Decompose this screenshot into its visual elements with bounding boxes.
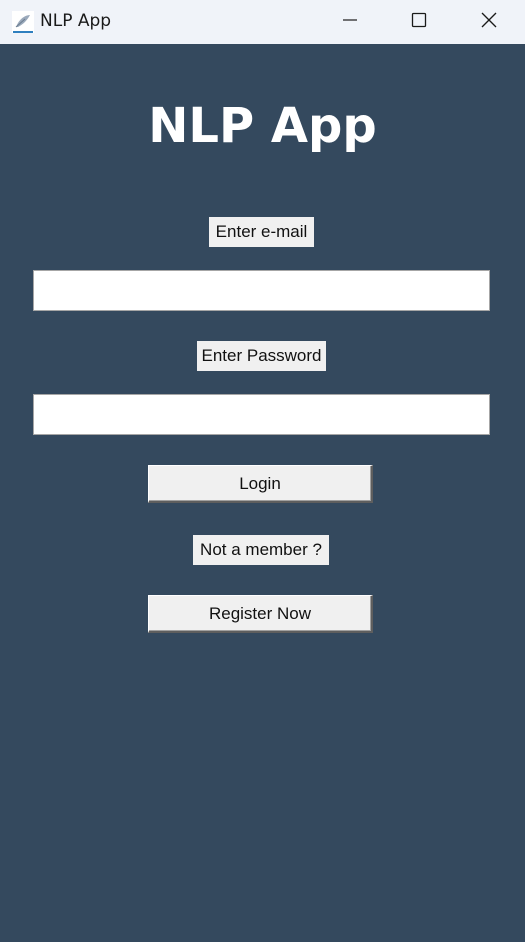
- app-window: NLP App NLP App Enter e-mail Enter Passw…: [0, 0, 525, 942]
- feather-icon: [11, 10, 35, 34]
- password-field[interactable]: [33, 394, 490, 435]
- register-button[interactable]: Register Now: [148, 595, 373, 633]
- close-button[interactable]: [456, 0, 522, 44]
- login-button[interactable]: Login: [148, 465, 373, 503]
- close-icon: [480, 11, 498, 33]
- maximize-button[interactable]: [386, 0, 452, 44]
- page-title: NLP App: [148, 98, 377, 154]
- minimize-button[interactable]: [317, 0, 383, 44]
- title-bar: NLP App: [0, 0, 525, 44]
- minimize-icon: [342, 12, 358, 32]
- email-label: Enter e-mail: [209, 217, 314, 247]
- window-title: NLP App: [40, 11, 112, 31]
- member-prompt-label: Not a member ?: [193, 535, 329, 565]
- password-label: Enter Password: [197, 341, 326, 371]
- maximize-icon: [411, 12, 427, 32]
- email-field[interactable]: [33, 270, 490, 311]
